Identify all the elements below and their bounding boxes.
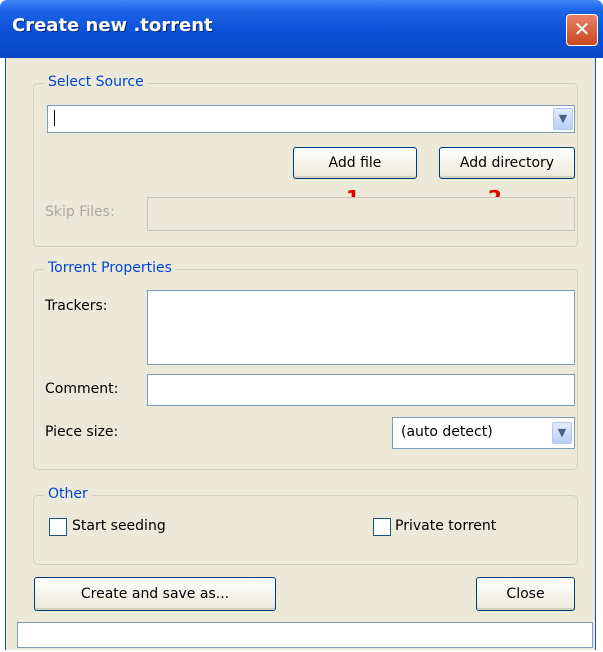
comment-label: Comment: — [45, 381, 119, 397]
add-directory-button[interactable]: Add directory — [439, 147, 575, 179]
close-button[interactable]: Close — [476, 577, 575, 611]
text-caret — [54, 110, 55, 126]
skip-files-field — [147, 197, 575, 231]
private-torrent-checkbox[interactable] — [373, 518, 391, 536]
dialog-body: Select Source ▼ Add file Add directory 1… — [5, 58, 596, 650]
torrent-properties-legend: Torrent Properties — [44, 260, 176, 276]
title-bar[interactable]: Create new .torrent ✕ — [0, 0, 603, 58]
create-and-save-button[interactable]: Create and save as... — [34, 577, 276, 611]
status-bar — [17, 622, 593, 648]
chevron-down-icon[interactable]: ▼ — [552, 422, 572, 444]
source-path-combobox[interactable]: ▼ — [47, 105, 575, 133]
piece-size-select[interactable]: (auto detect) ▼ — [392, 417, 575, 449]
comment-field[interactable] — [147, 374, 575, 406]
close-icon[interactable]: ✕ — [566, 14, 598, 46]
piece-size-label: Piece size: — [45, 424, 119, 440]
start-seeding-label[interactable]: Start seeding — [72, 518, 166, 534]
window-title: Create new .torrent — [12, 15, 213, 36]
private-torrent-label[interactable]: Private torrent — [395, 518, 496, 534]
chevron-down-icon[interactable]: ▼ — [553, 108, 573, 130]
trackers-label: Trackers: — [45, 298, 108, 314]
piece-size-value: (auto detect) — [401, 424, 493, 440]
add-file-button[interactable]: Add file — [293, 147, 417, 179]
create-torrent-dialog: Create new .torrent ✕ Select Source ▼ Ad… — [0, 0, 603, 652]
start-seeding-checkbox[interactable] — [49, 518, 67, 536]
other-legend: Other — [44, 486, 92, 502]
select-source-legend: Select Source — [44, 74, 148, 90]
skip-files-label: Skip Files: — [45, 204, 115, 220]
trackers-textarea[interactable] — [147, 290, 575, 365]
